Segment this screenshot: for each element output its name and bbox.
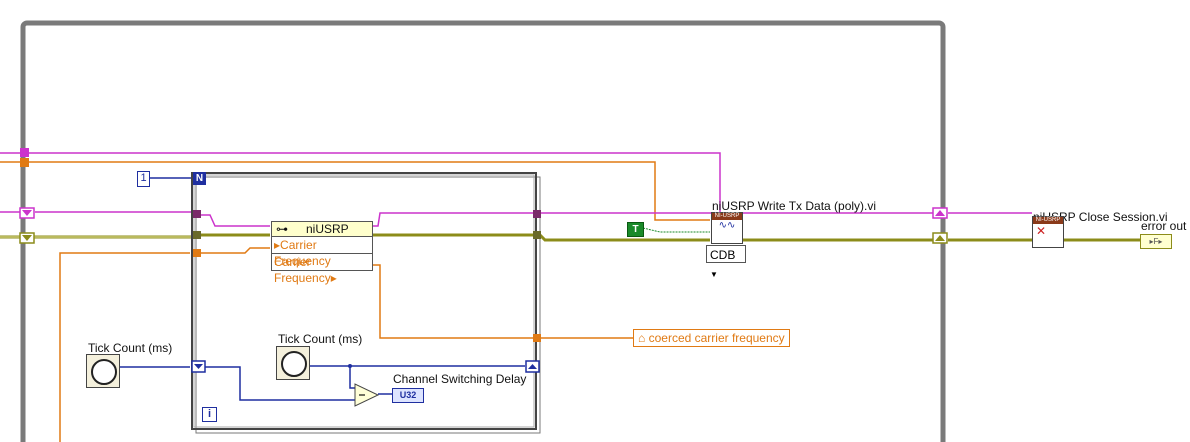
- usrp-property-node[interactable]: ⊶ niUSRP ▸Carrier Frequency Carrier Freq…: [271, 221, 373, 285]
- close-session-vi-header: NI-USRP: [1033, 217, 1063, 224]
- channel-switching-delay-label: Channel Switching Delay: [393, 372, 527, 386]
- tunnel-freq-out: [533, 334, 541, 342]
- waveform-icon: ∿∿: [718, 220, 736, 231]
- tunnel-refnum-out: [533, 210, 541, 218]
- property-node-class: niUSRP: [306, 222, 349, 236]
- clock-icon: [281, 351, 307, 377]
- tick-count-label-1: Tick Count (ms): [88, 341, 173, 355]
- tick-count-label-2: Tick Count (ms): [278, 332, 363, 346]
- error-out-indicator[interactable]: ▸F▸: [1140, 234, 1172, 249]
- close-x-icon: ✕: [1036, 224, 1047, 238]
- clock-icon: [91, 359, 117, 385]
- write-tx-mode-selector[interactable]: CDB ▼: [706, 245, 746, 279]
- write-tx-mode-value: CDB: [710, 248, 736, 262]
- loop-count-terminal: N: [193, 172, 206, 185]
- block-diagram-canvas: [0, 20, 1140, 442]
- tick-count-function-2[interactable]: [276, 346, 310, 380]
- write-tx-vi-header: NI-USRP: [712, 213, 742, 220]
- channel-switching-delay-indicator[interactable]: U32: [392, 388, 424, 403]
- tunnel-refnum-top: [20, 148, 29, 157]
- property-row-carrier-frequency-in[interactable]: ▸Carrier Frequency: [272, 237, 372, 268]
- tunnel-orange-top: [20, 158, 29, 167]
- write-tx-label: niUSRP Write Tx Data (poly).vi: [712, 199, 877, 213]
- tunnel-refnum-in: [193, 210, 201, 218]
- refnum-icon: ⊶: [276, 222, 288, 236]
- dropdown-arrow-icon: ▼: [710, 270, 718, 279]
- property-node-header: ⊶ niUSRP: [272, 222, 372, 237]
- write-tx-vi[interactable]: NI-USRP ∿∿: [711, 212, 743, 244]
- tunnel-error-out: [533, 231, 541, 239]
- boolean-true-constant[interactable]: T: [627, 222, 644, 237]
- coerced-carrier-frequency-indicator[interactable]: ⌂ coerced carrier frequency: [633, 329, 790, 347]
- coerced-carrier-frequency-label: coerced carrier frequency: [648, 331, 785, 345]
- loop-count-constant[interactable]: 1: [137, 171, 150, 187]
- error-out-label: error out: [1141, 219, 1187, 233]
- tick-count-function-1[interactable]: [86, 354, 120, 388]
- home-icon: ⌂: [638, 331, 646, 345]
- close-session-vi[interactable]: NI-USRP ✕: [1032, 216, 1064, 248]
- tunnel-freq-in: [193, 249, 201, 257]
- iteration-terminal: i: [202, 407, 217, 422]
- tunnel-error-in: [193, 231, 201, 239]
